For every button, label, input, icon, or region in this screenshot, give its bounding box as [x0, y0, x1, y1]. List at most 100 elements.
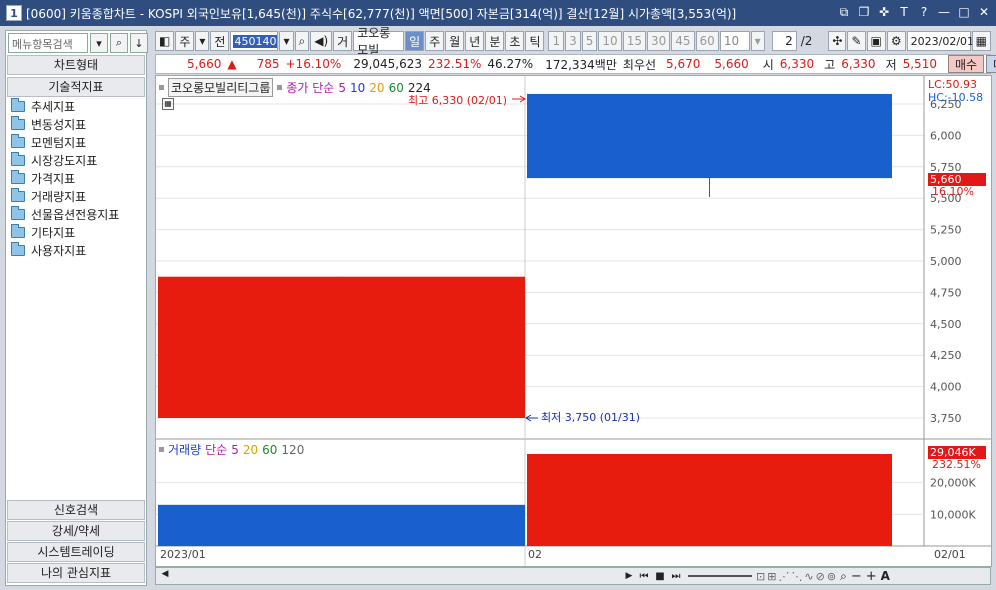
price-tick-label: 4,500 — [930, 318, 962, 331]
x-label-start: 2023/01 — [160, 548, 206, 561]
week-button[interactable]: 주 — [175, 31, 195, 51]
calendar-icon[interactable]: ▦ — [971, 31, 991, 51]
dropdown-icon[interactable]: ▾ — [90, 33, 108, 53]
menu-search-input[interactable]: 메뉴항목검색 — [8, 33, 88, 53]
title-bar: 1 [0600] 키움종합차트 - KOSPI 외국인보유[1,645(천)] … — [0, 0, 996, 26]
grid-toggle-icon[interactable]: ▦ — [162, 98, 174, 110]
arrow-down-icon[interactable]: ↓ — [130, 33, 148, 53]
tree-item[interactable]: 기타지표 — [11, 223, 119, 241]
stop-icon[interactable]: ■ — [652, 571, 668, 582]
chart-type-header[interactable]: 차트형태 — [7, 55, 145, 75]
current-price: 5,660 — [187, 57, 222, 71]
maximize-icon[interactable]: □ — [956, 4, 972, 20]
period-1[interactable]: 주 — [425, 31, 445, 51]
tree-item[interactable]: 변동성지표 — [11, 115, 119, 133]
crosshair-icon[interactable]: ✣ — [828, 31, 847, 51]
sell-button[interactable]: 매도 — [986, 55, 996, 73]
font-size-icon[interactable]: A — [881, 569, 890, 583]
volume-bar — [527, 454, 892, 546]
buy-button[interactable]: 매수 — [947, 55, 985, 73]
zoom-out-icon[interactable]: − — [851, 569, 862, 584]
restore-window-icon[interactable]: ❐ — [856, 4, 872, 20]
period-2[interactable]: 월 — [445, 31, 465, 51]
zoom-slider[interactable] — [688, 575, 752, 577]
best-bid: 5,660 — [714, 57, 749, 71]
page-input[interactable]: 2 — [771, 31, 797, 51]
tree-item[interactable]: 추세지표 — [11, 97, 119, 115]
tree-item[interactable]: 거래량지표 — [11, 187, 119, 205]
interval-3[interactable]: 3 — [565, 31, 581, 51]
close-icon[interactable]: ✕ — [976, 4, 992, 20]
interval-30[interactable]: 30 — [646, 31, 671, 51]
interval-15[interactable]: 15 — [622, 31, 646, 51]
period-5[interactable]: 초 — [505, 31, 525, 51]
tree-item-label: 시장강도지표 — [31, 153, 98, 168]
date-input[interactable]: 2023/02/01 — [906, 31, 974, 51]
bottom-scrollbar[interactable]: ◀ ▶ ⏮ ■ ⏭ ⊡⊞⋰⋱∿⊘⊚ ⌕ − + A — [155, 567, 991, 585]
period-3[interactable]: 년 — [465, 31, 485, 51]
chart-area[interactable]: 6,250 6,000 5,750 5,500 5,250 5,000 4,750 4,500… — [155, 75, 992, 567]
count-input[interactable]: 10 — [719, 31, 750, 51]
search-icon[interactable]: ⌕ — [110, 33, 128, 53]
high-price: 6,330 — [841, 57, 876, 71]
toolbar: ◧ 주 ▾ 전 450140 ▾ ⌕ ◀) 거 코오롱모빌 일주월년분초틱 13… — [155, 26, 991, 57]
volume-series-name[interactable]: 거래량 — [168, 441, 201, 458]
drawing-tools-icon[interactable]: ⊡⊞⋰⋱∿⊘⊚ — [756, 570, 838, 583]
scroll-right-icon[interactable]: ▶ — [622, 571, 636, 581]
chevron-down-icon[interactable]: ▾ — [195, 31, 210, 51]
rewind-icon[interactable]: ⏮ — [636, 571, 652, 582]
count-dropdown-icon[interactable]: ▾ — [750, 31, 765, 51]
zoom-icon[interactable]: ⌕ — [840, 569, 847, 584]
help-icon[interactable]: ? — [916, 4, 932, 20]
period-0[interactable]: 일 — [405, 31, 425, 51]
best-ask: 5,670 — [666, 57, 701, 71]
tree-item-label: 선물옵션전용지표 — [31, 207, 120, 222]
stock-code-input[interactable]: 450140 — [230, 31, 279, 51]
tree-item-label: 거래량지표 — [31, 189, 87, 204]
tree-item-label: 사용자지표 — [31, 243, 87, 258]
link-icon[interactable]: ⧉ — [836, 4, 852, 20]
fast-forward-icon[interactable]: ⏭ — [668, 571, 684, 582]
tree-item[interactable]: 선물옵션전용지표 — [11, 205, 119, 223]
pin-icon[interactable]: ✜ — [876, 4, 892, 20]
strength-button[interactable]: 강세/약세 — [7, 521, 145, 541]
code-dropdown-icon[interactable]: ▾ — [279, 31, 294, 51]
gear-icon[interactable]: ⚙ — [886, 31, 906, 51]
tree-item[interactable]: 시장강도지표 — [11, 151, 119, 169]
folder-icon — [11, 241, 25, 256]
interval-45[interactable]: 45 — [671, 31, 695, 51]
panel-toggle-icon[interactable]: ◧ — [155, 31, 175, 51]
save-icon[interactable]: ▣ — [866, 31, 886, 51]
tree-item[interactable]: 모멘텀지표 — [11, 133, 119, 151]
prev-button[interactable]: 전 — [210, 31, 230, 51]
scroll-left-icon[interactable]: ◀ — [158, 569, 172, 583]
ma-label: 종가 단순 — [286, 81, 335, 95]
price-series-name[interactable]: 코오롱모빌리티그룹 — [168, 78, 274, 97]
tree-item[interactable]: 가격지표 — [11, 169, 119, 187]
folder-icon — [11, 205, 25, 220]
ma-5: 5 — [338, 80, 346, 95]
lc-label: LC:50.93 — [928, 78, 978, 91]
interval-1[interactable]: 1 — [548, 31, 565, 51]
interval-10[interactable]: 10 — [598, 31, 622, 51]
text-icon[interactable]: T — [896, 4, 912, 20]
my-indicators-button[interactable]: 나의 관심지표 — [7, 563, 145, 583]
scroll-track[interactable] — [172, 570, 622, 582]
indicator-header[interactable]: 기술적지표 — [7, 77, 145, 97]
volume-tick-label: 10,000K — [930, 508, 976, 521]
period-4[interactable]: 분 — [485, 31, 505, 51]
minimize-icon[interactable]: — — [936, 4, 952, 20]
interval-5[interactable]: 5 — [581, 31, 598, 51]
period-6[interactable]: 틱 — [525, 31, 545, 51]
window-title: [0600] 키움종합차트 - KOSPI 외국인보유[1,645(천)] 주식… — [26, 6, 737, 21]
search-icon[interactable]: ⌕ — [294, 31, 310, 51]
tools-icon[interactable]: ✎ — [847, 31, 866, 51]
speaker-icon[interactable]: ◀) — [310, 31, 333, 51]
signal-search-button[interactable]: 신호검색 — [7, 500, 145, 520]
system-trading-button[interactable]: 시스템트레이딩 — [7, 542, 145, 562]
tree-item[interactable]: 사용자지표 — [11, 241, 119, 259]
tree-item-label: 추세지표 — [31, 99, 76, 114]
interval-60[interactable]: 60 — [695, 31, 719, 51]
zoom-in-icon[interactable]: + — [866, 569, 877, 584]
go-button[interactable]: 거 — [333, 31, 353, 51]
